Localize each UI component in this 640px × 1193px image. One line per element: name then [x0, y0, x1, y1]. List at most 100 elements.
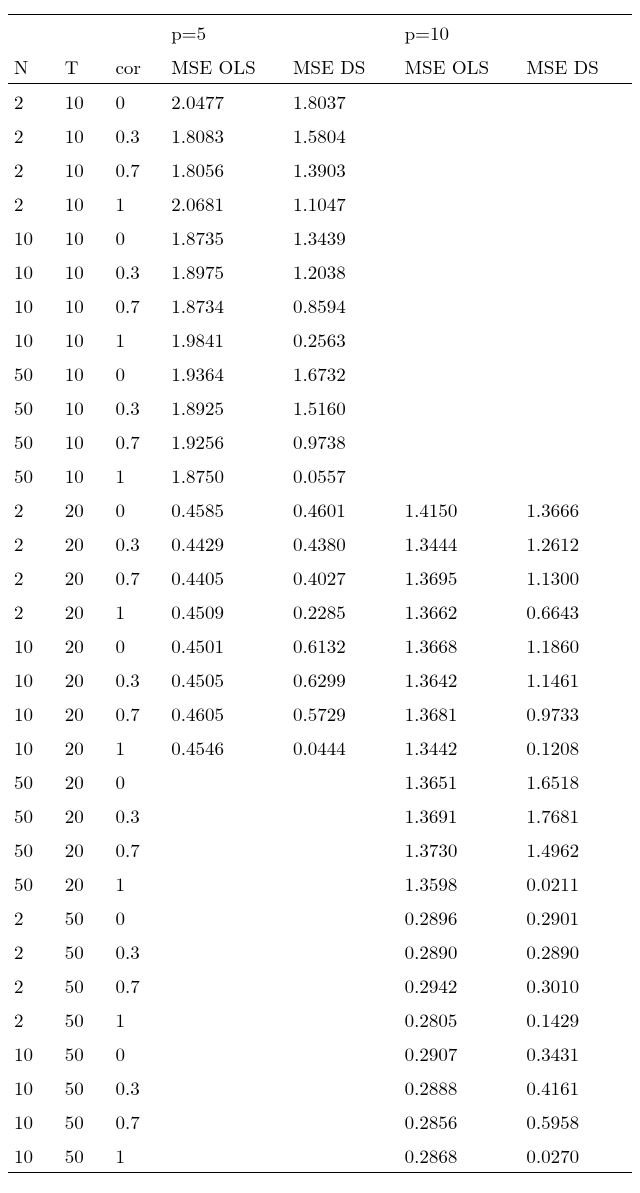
cell-cor: 1 [109, 322, 165, 356]
cell-cor: 0.7 [109, 696, 165, 730]
cell-p10-ds: 1.7681 [520, 798, 632, 832]
cell-t: 10 [59, 84, 110, 119]
cell-p10-ols: 1.3668 [399, 628, 521, 662]
cell-p5-ols: 0.4546 [165, 730, 287, 764]
header-mse-ds: MSE DS [520, 49, 632, 84]
table-row: 21012.06811.1047 [8, 186, 632, 220]
table-row: 50100.31.89251.5160 [8, 390, 632, 424]
cell-p10-ds: 0.9733 [520, 696, 632, 730]
cell-p5-ds: 0.8594 [287, 288, 399, 322]
cell-p5-ols [165, 968, 287, 1002]
header-blank [520, 15, 632, 50]
cell-n: 10 [8, 254, 59, 288]
cell-p10-ds: 0.0270 [520, 1138, 632, 1173]
table-row: 22000.45850.46011.41501.3666 [8, 492, 632, 526]
cell-cor: 0 [109, 492, 165, 526]
cell-t: 20 [59, 594, 110, 628]
cell-p10-ds: 1.4962 [520, 832, 632, 866]
table-row: 22010.45090.22851.36620.6643 [8, 594, 632, 628]
cell-cor: 0.7 [109, 424, 165, 458]
cell-p10-ds [520, 288, 632, 322]
cell-cor: 0 [109, 84, 165, 119]
cell-n: 10 [8, 1138, 59, 1173]
cell-p5-ds: 1.8037 [287, 84, 399, 119]
table-row: 2100.31.80831.5804 [8, 118, 632, 152]
cell-p10-ds: 1.1860 [520, 628, 632, 662]
cell-t: 20 [59, 662, 110, 696]
cell-p5-ds: 1.1047 [287, 186, 399, 220]
cell-t: 10 [59, 424, 110, 458]
cell-p5-ds [287, 832, 399, 866]
cell-t: 10 [59, 220, 110, 254]
cell-p5-ds [287, 934, 399, 968]
cell-t: 20 [59, 798, 110, 832]
cell-p5-ds: 0.4380 [287, 526, 399, 560]
cell-p5-ds [287, 1104, 399, 1138]
cell-cor: 1 [109, 1002, 165, 1036]
cell-p5-ols: 0.4585 [165, 492, 287, 526]
cell-p10-ols [399, 84, 521, 119]
cell-cor: 1 [109, 186, 165, 220]
cell-n: 2 [8, 1002, 59, 1036]
cell-p10-ols: 0.2942 [399, 968, 521, 1002]
cell-cor: 0.3 [109, 118, 165, 152]
cell-p10-ds [520, 186, 632, 220]
cell-p10-ols: 1.3444 [399, 526, 521, 560]
table-row: 50100.71.92560.9738 [8, 424, 632, 458]
table-header: p=5 p=10 N T cor MSE OLS MSE DS MSE OLS … [8, 15, 632, 84]
cell-p5-ols [165, 1138, 287, 1173]
cell-p5-ds: 0.2563 [287, 322, 399, 356]
cell-p5-ols [165, 1002, 287, 1036]
cell-p5-ols: 0.4605 [165, 696, 287, 730]
cell-p5-ds [287, 1036, 399, 1070]
cell-p10-ds: 1.1300 [520, 560, 632, 594]
header-mse-ols: MSE OLS [399, 49, 521, 84]
cell-p10-ols: 1.3730 [399, 832, 521, 866]
cell-p10-ds: 0.3010 [520, 968, 632, 1002]
cell-n: 2 [8, 968, 59, 1002]
cell-p10-ols [399, 322, 521, 356]
cell-p5-ds: 0.4601 [287, 492, 399, 526]
cell-t: 10 [59, 186, 110, 220]
cell-n: 50 [8, 356, 59, 390]
cell-n: 50 [8, 390, 59, 424]
cell-cor: 1 [109, 1138, 165, 1173]
cell-cor: 0 [109, 1036, 165, 1070]
cell-p10-ols [399, 288, 521, 322]
cell-n: 50 [8, 424, 59, 458]
cell-cor: 0 [109, 356, 165, 390]
cell-p10-ds: 0.2901 [520, 900, 632, 934]
cell-cor: 0.7 [109, 288, 165, 322]
cell-t: 10 [59, 458, 110, 492]
cell-p10-ols: 0.2907 [399, 1036, 521, 1070]
cell-p5-ols [165, 1036, 287, 1070]
cell-p10-ds: 1.3666 [520, 492, 632, 526]
cell-cor: 0.7 [109, 560, 165, 594]
cell-n: 50 [8, 832, 59, 866]
cell-p5-ols: 0.4501 [165, 628, 287, 662]
cell-n: 2 [8, 594, 59, 628]
header-t: T [59, 49, 110, 84]
cell-p5-ds [287, 798, 399, 832]
cell-p5-ols: 1.8083 [165, 118, 287, 152]
cell-n: 2 [8, 152, 59, 186]
header-mse-ols: MSE OLS [165, 49, 287, 84]
table-row: 2100.71.80561.3903 [8, 152, 632, 186]
cell-t: 50 [59, 1070, 110, 1104]
cell-p10-ols [399, 118, 521, 152]
cell-p10-ds [520, 458, 632, 492]
cell-p5-ols: 1.9841 [165, 322, 287, 356]
cell-p5-ols: 0.4429 [165, 526, 287, 560]
cell-p10-ols [399, 390, 521, 424]
cell-p10-ols: 1.3662 [399, 594, 521, 628]
cell-t: 10 [59, 390, 110, 424]
cell-p10-ds: 0.4161 [520, 1070, 632, 1104]
cell-p10-ds: 0.1429 [520, 1002, 632, 1036]
cell-cor: 0 [109, 220, 165, 254]
cell-p5-ols [165, 1104, 287, 1138]
cell-p10-ds: 0.1208 [520, 730, 632, 764]
cell-t: 50 [59, 1138, 110, 1173]
cell-p5-ols [165, 1070, 287, 1104]
table-row: 50200.31.36911.7681 [8, 798, 632, 832]
cell-t: 20 [59, 526, 110, 560]
